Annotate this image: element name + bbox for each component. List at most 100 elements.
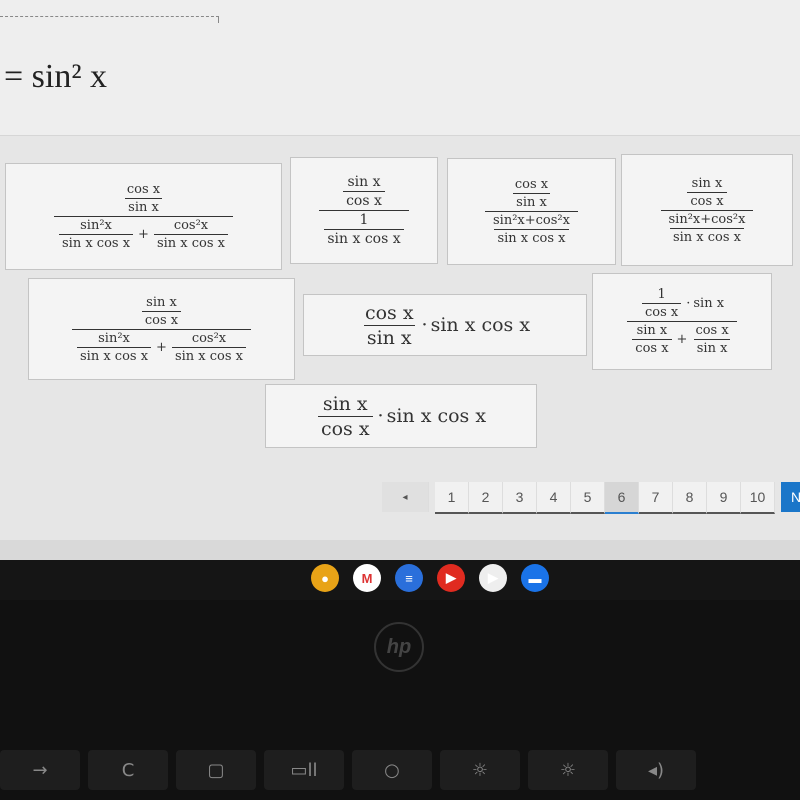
operator: + <box>676 332 688 347</box>
numerator: sin x <box>689 176 726 192</box>
fraction: sin x cos x <box>687 176 727 209</box>
numerator: cos x <box>124 182 163 198</box>
math-term: sin²x <box>80 218 112 233</box>
denominator: sin x <box>513 193 550 210</box>
denominator: sin x cos x <box>494 229 569 246</box>
fraction: 1 cos x · sin x sin x cos x + cos x sin x <box>627 287 737 356</box>
math-term: sin x cos x <box>386 405 487 427</box>
numerator: cos²x <box>189 331 229 347</box>
numerator: 1 <box>654 287 668 303</box>
math-term: sin x <box>322 392 368 415</box>
math-term: sin x <box>636 323 668 338</box>
play-store-icon[interactable]: ▶ <box>479 564 507 592</box>
fraction: sin x cos x <box>141 295 182 328</box>
fraction: sin x cos x <box>317 393 373 440</box>
youtube-icon[interactable]: ▶ <box>437 564 465 592</box>
page-button-2[interactable]: 2 <box>469 482 503 514</box>
denominator: cos x <box>641 303 682 320</box>
math-term: sin x <box>347 174 381 190</box>
os-shelf: ● M ≡ ▶ ▶ ▬ <box>0 560 800 600</box>
page-button-6[interactable]: 6 <box>605 482 639 514</box>
numerator: sin²x+cos²x <box>666 212 749 228</box>
numerator: 1 cos x · sin x <box>637 287 727 321</box>
math-term: 1 <box>359 212 369 228</box>
page-button-1[interactable]: 1 <box>435 482 469 514</box>
fraction: sin x cos x sin²x sin x cos x + cos²x sin x co… <box>72 295 251 364</box>
keyboard-key: ▭ll <box>264 750 344 790</box>
math-term: cos x <box>346 193 382 209</box>
chrome-icon[interactable]: ● <box>311 564 339 592</box>
answer-tile[interactable]: sin x cos x · sin x cos x <box>265 384 537 448</box>
page-button-10[interactable]: 10 <box>741 482 775 514</box>
math-term: cos x <box>126 182 161 197</box>
keyboard-key: ▢ <box>176 750 256 790</box>
math-term: cos x <box>635 341 669 356</box>
question-header: = sin² x <box>0 0 800 136</box>
math-term: 1 <box>657 287 666 302</box>
expression-row: sin x cos x + cos x sin x <box>630 323 733 356</box>
expression-row: sin²x sin x cos x + cos²x sin x cos x <box>57 218 230 251</box>
answer-tile[interactable]: sin x cos x sin²x sin x cos x + cos²x sin x co… <box>28 278 295 380</box>
answer-tile[interactable]: 1 cos x · sin x sin x cos x + cos x sin x <box>592 273 772 370</box>
gmail-icon[interactable]: M <box>353 564 381 592</box>
next-button[interactable]: N <box>781 482 800 512</box>
math-term: sin x <box>693 296 725 311</box>
math-term: cos x <box>364 301 414 324</box>
answer-tile[interactable]: cos x sin x sin²x+cos²x sin x cos x <box>447 158 616 265</box>
math-term: sin x cos x <box>327 231 401 247</box>
math-term: cos x <box>320 417 370 440</box>
answer-tile[interactable]: cos x sin x · sin x cos x <box>303 294 587 356</box>
operator: + <box>138 227 149 242</box>
prev-page-button[interactable]: ◂ <box>382 482 429 512</box>
math-term: sin²x+cos²x <box>493 213 570 228</box>
math-term: sin x cos x <box>672 229 742 245</box>
fraction: cos x sin x <box>692 323 731 356</box>
numerator: sin x <box>320 393 371 416</box>
numerator: 1 <box>357 212 372 229</box>
answer-tile[interactable]: sin x cos x sin²x+cos²x sin x cos x <box>621 154 793 266</box>
keyboard-key: ○ <box>352 750 432 790</box>
math-term: sin x <box>516 195 547 210</box>
fraction: cos²x sin x cos x <box>171 331 246 364</box>
operator: + <box>156 339 167 355</box>
fraction: 1 sin x cos x <box>324 212 404 247</box>
denominator: sin x cos x <box>669 227 745 245</box>
numerator: sin²x <box>77 218 115 234</box>
denominator: 1 sin x cos x <box>319 210 409 247</box>
page-button-9[interactable]: 9 <box>707 482 741 514</box>
answer-drop-zone[interactable] <box>0 16 219 23</box>
keyboard-key: C <box>88 750 168 790</box>
numerator: cos x <box>512 177 551 193</box>
denominator: sin x <box>693 339 731 356</box>
numerator: cos²x <box>171 218 211 234</box>
denominator: sin x <box>125 198 162 215</box>
numerator: sin x <box>143 295 180 311</box>
page-button-8[interactable]: 8 <box>673 482 707 514</box>
math-term: cos x <box>644 305 679 320</box>
target-equation: = sin² x <box>4 58 108 95</box>
page-button-3[interactable]: 3 <box>503 482 537 514</box>
files-icon[interactable]: ▬ <box>521 564 549 592</box>
fraction: sin x cos x 1 sin x cos x <box>319 174 409 247</box>
docs-icon[interactable]: ≡ <box>395 564 423 592</box>
math-term: cos x <box>514 177 549 192</box>
page-button-7[interactable]: 7 <box>639 482 673 514</box>
keyboard-key: → <box>0 750 80 790</box>
operator: · <box>686 296 691 311</box>
denominator: cos x <box>687 191 727 209</box>
keyboard-row: → C ▢ ▭ll ○ ☼ ☼ ◂) <box>0 750 800 790</box>
fraction: cos x sin x sin²x+cos²x sin x cos x <box>485 177 578 246</box>
denominator: sin x cos x <box>153 234 228 251</box>
denominator: sin x cos x <box>171 346 246 364</box>
denominator: cos x <box>141 310 182 328</box>
expression-row: 1 cos x · sin x <box>640 287 724 320</box>
answer-tile[interactable]: cos x sin x sin²x sin x cos x + cos²x sin x co… <box>5 163 282 270</box>
numerator: sin x cos x <box>338 174 390 210</box>
fraction: sin x cos x <box>343 174 385 209</box>
page-button-5[interactable]: 5 <box>571 482 605 514</box>
denominator: sin²x sin x cos x + cos²x sin x cos x <box>54 216 233 251</box>
math-term: sin x <box>146 294 177 310</box>
fraction: cos²x sin x cos x <box>153 218 228 251</box>
page-button-4[interactable]: 4 <box>537 482 571 514</box>
answer-tile[interactable]: sin x cos x 1 sin x cos x <box>290 157 438 264</box>
